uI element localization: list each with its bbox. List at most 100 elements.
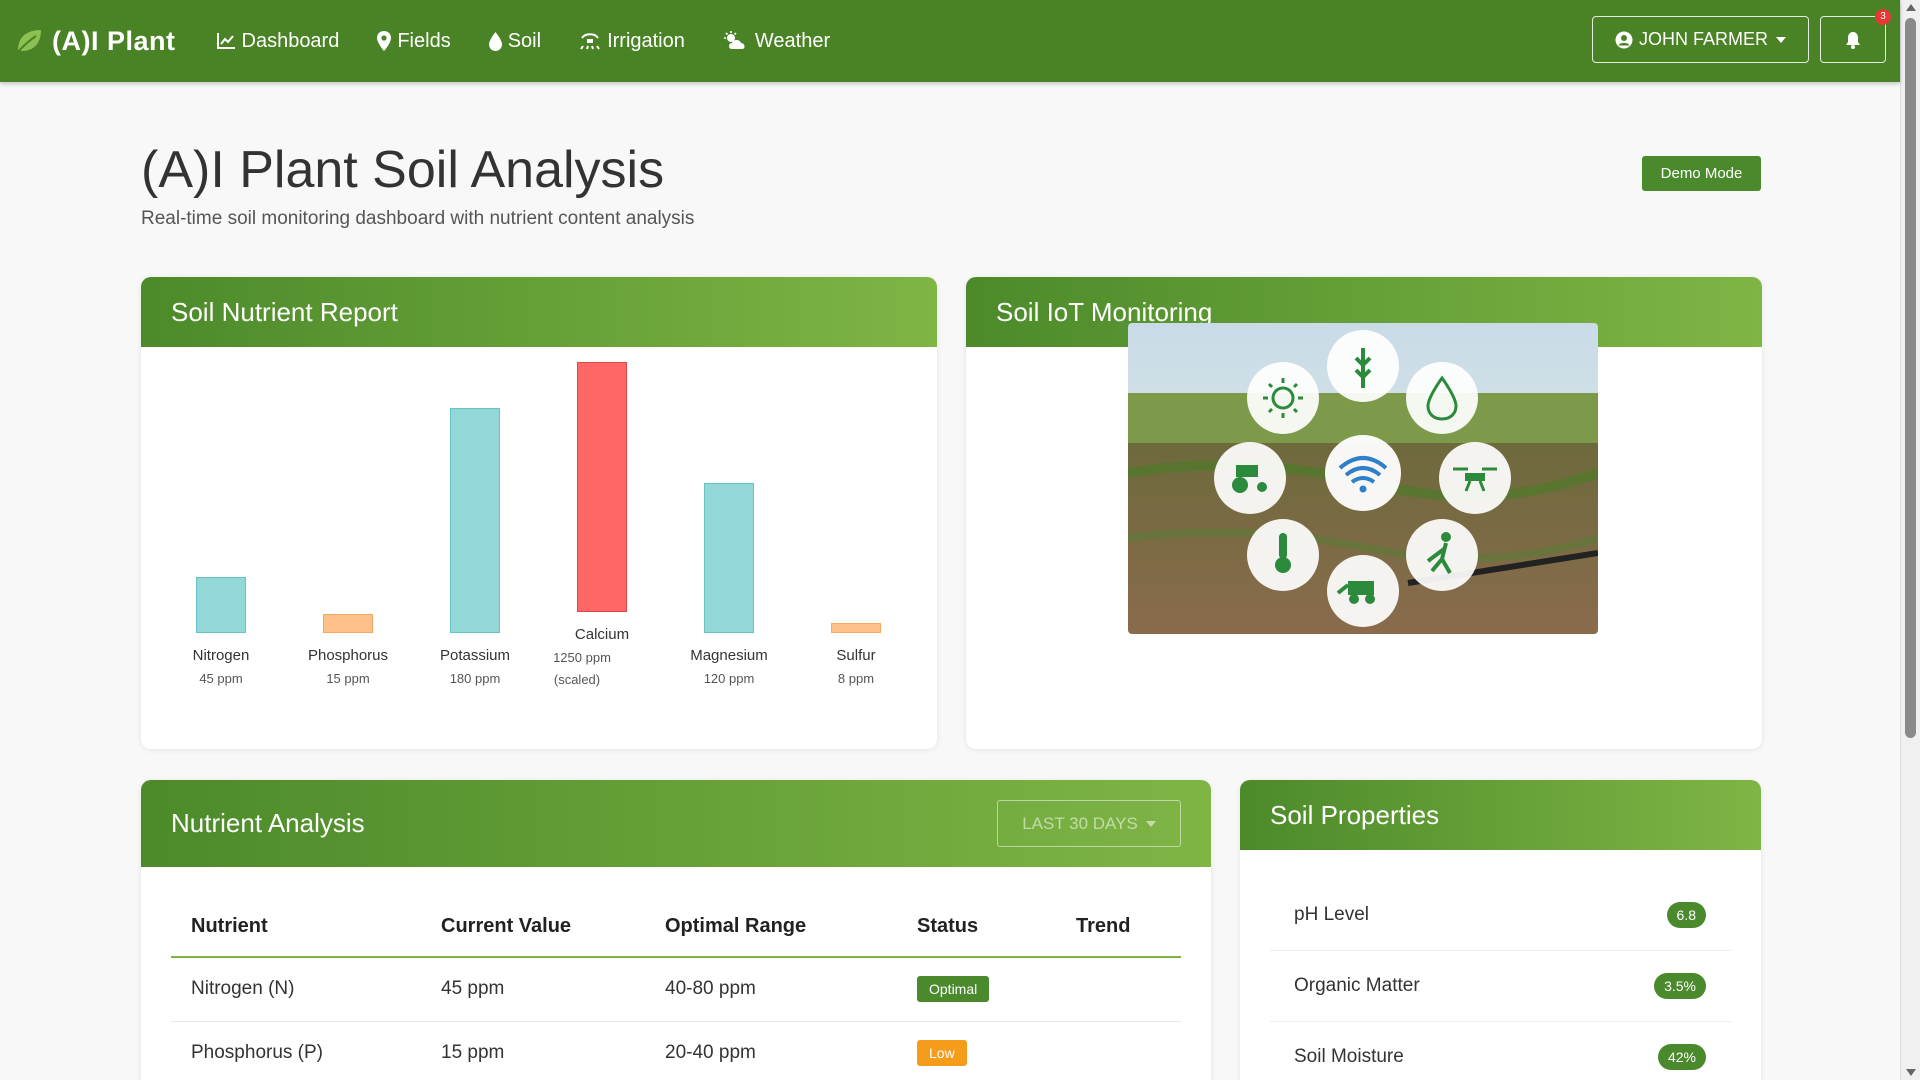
sprinkler-icon [580,33,600,50]
cell-trend [1056,957,1181,1022]
demo-mode-button[interactable]: Demo Mode [1642,156,1761,191]
bar-phosphorus [323,614,373,633]
bell-icon [1846,31,1860,49]
scroll-thumb[interactable] [1905,18,1916,738]
list-item: pH Level 6.8 [1270,880,1731,951]
nutrient-analysis-header: Nutrient Analysis LAST 30 DAYS [141,780,1211,867]
bar-value-calcium: 1250 ppm [553,650,611,665]
status-badge: Low [917,1040,967,1066]
bar-nitrogen [196,576,246,633]
notification-badge: 3 [1875,9,1891,25]
bar-label-calcium: Calcium [574,626,630,643]
bar-label-phosphorus: Phosphorus [307,647,389,664]
iot-sun-icon [1247,362,1319,434]
status-badge: Optimal [917,976,990,1003]
bar-magnesium [704,483,754,633]
property-label: Soil Moisture [1294,1046,1404,1067]
chevron-down-icon [1776,36,1786,43]
page-scrollbar[interactable] [1900,0,1920,1080]
iot-farmer-icon [1406,519,1478,591]
bar-value-phosphorus: 15 ppm [326,671,370,686]
bar-value-magnesium: 120 ppm [703,671,755,686]
notifications-button[interactable]: 3 [1820,9,1891,63]
brand[interactable]: (A)I Plant [14,26,176,57]
cell-range: 20-40 ppm [645,1021,897,1080]
bar-label-sulfur: Sulfur [836,647,876,664]
cell-status: Optimal [897,957,1056,1022]
nav-soil-label: Soil [507,29,542,52]
cloud-sun-icon [723,31,745,49]
iot-drone-icon [1439,442,1511,514]
nutrient-analysis-card: Nutrient Analysis LAST 30 DAYS Nutrient … [141,780,1211,1080]
bar-calcium [577,362,627,612]
leaf-icon [16,30,41,54]
cell-range: 40-80 ppm [645,957,897,1022]
property-label: pH Level [1294,904,1369,925]
cell-status: Low [897,1021,1056,1080]
bar-label-nitrogen: Nitrogen [192,647,250,664]
bar-label-magnesium: Magnesium [690,647,768,664]
page-subtitle: Real-time soil monitoring dashboard with… [141,208,695,229]
nav-weather[interactable]: Weather [723,30,830,53]
col-optimal-range: Optimal Range [645,897,897,958]
table-row: Phosphorus (P) 15 ppm 20-40 ppm Low [171,1021,1181,1080]
soil-iot-card: Soil IoT Monitoring [966,277,1762,749]
bar-potassium [450,408,500,633]
nutrient-bar-chart: Nitrogen 45 ppm Phosphorus 15 ppm Potassium 1… [141,347,937,749]
list-item: Soil Moisture 42% [1270,1022,1731,1080]
brand-name: (A)I Plant [52,25,176,56]
property-value-badge: 42% [1657,1044,1706,1070]
table-header-row: Nutrient Current Value Optimal Range Sta… [171,897,1181,958]
bar-value-nitrogen: 45 ppm [199,671,243,686]
bar-label-potassium: Potassium [439,647,511,664]
nav-dashboard-label: Dashboard [241,29,340,52]
user-circle-icon [1615,31,1633,48]
chart-line-icon [216,33,235,49]
property-label: Organic Matter [1294,975,1420,996]
iot-monitoring-image [1128,323,1598,634]
soil-properties-title: Soil Properties [1240,780,1761,850]
nav-weather-label: Weather [754,29,831,52]
map-pin-icon [377,31,392,51]
top-navbar: (A)I Plant Dashboard Fields Soil Irrigat… [0,0,1900,82]
iot-wheat-icon [1327,330,1399,402]
user-menu-button[interactable]: JOHN FARMER [1592,16,1809,63]
water-drop-icon [488,31,502,51]
chevron-down-icon [1145,820,1156,827]
bar-sulfur [831,623,881,633]
col-nutrient: Nutrient [171,897,421,958]
col-trend: Trend [1056,897,1181,958]
soil-nutrient-report-title: Soil Nutrient Report [141,277,937,347]
cell-value: 45 ppm [421,957,645,1022]
nav-fields[interactable]: Fields [377,29,451,53]
iot-tractor-icon [1214,442,1286,514]
date-range-label: LAST 30 DAYS [1022,813,1138,833]
cell-trend [1056,1021,1181,1080]
col-current-value: Current Value [421,897,645,958]
nav-irrigation[interactable]: Irrigation [579,30,685,53]
table-row: Nitrogen (N) 45 ppm 40-80 ppm Optimal [171,957,1181,1022]
soil-properties-list: pH Level 6.8 Organic Matter 3.5% Soil Mo… [1270,880,1731,1080]
date-range-dropdown[interactable]: LAST 30 DAYS [997,800,1181,847]
scroll-up-arrow-icon[interactable] [1906,4,1916,11]
nav-fields-label: Fields [397,29,451,52]
cell-nutrient: Nitrogen (N) [171,957,421,1022]
nav-soil[interactable]: Soil [488,29,542,53]
col-status: Status [897,897,1056,958]
nutrient-table: Nutrient Current Value Optimal Range Sta… [171,897,1181,1080]
user-name: JOHN FARMER [1638,29,1768,49]
iot-harvester-icon [1327,555,1399,627]
nutrient-analysis-title: Nutrient Analysis [171,808,365,838]
property-value-badge: 6.8 [1666,902,1706,928]
scroll-down-arrow-icon[interactable] [1906,1069,1916,1076]
cell-nutrient: Phosphorus (P) [171,1021,421,1080]
nav-dashboard[interactable]: Dashboard [216,29,340,53]
page-title: (A)I Plant Soil Analysis [141,141,665,199]
list-item: Organic Matter 3.5% [1270,951,1731,1022]
cell-value: 15 ppm [421,1021,645,1080]
iot-water-icon [1406,362,1478,434]
iot-thermometer-icon [1247,519,1319,591]
iot-wifi-icon [1325,435,1401,511]
soil-properties-card: Soil Properties pH Level 6.8 Organic Mat… [1240,780,1761,1080]
bar-value-sulfur: 8 ppm [837,671,875,686]
